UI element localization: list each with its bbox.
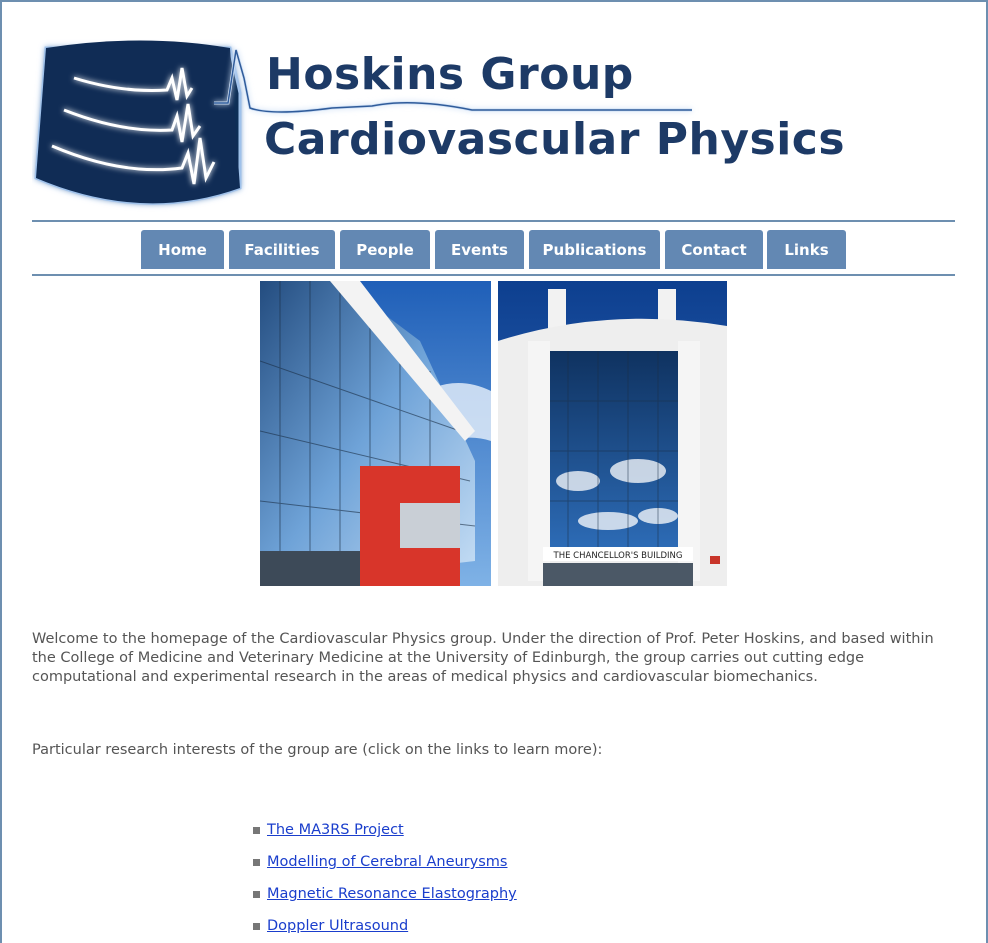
logo-title-line1: Hoskins Group xyxy=(266,49,634,100)
nav-bottom-divider xyxy=(32,274,955,276)
link-mr-elastography[interactable]: Magnetic Resonance Elastography xyxy=(267,886,517,902)
research-links-list: The MA3RS Project Modelling of Cerebral … xyxy=(253,814,517,942)
nav-home[interactable]: Home xyxy=(141,230,224,269)
link-cerebral-aneurysms[interactable]: Modelling of Cerebral Aneurysms xyxy=(267,854,507,870)
bullet-icon xyxy=(253,826,260,834)
logo-title-line2: Cardiovascular Physics xyxy=(264,114,846,165)
main-nav: Home Facilities People Events Publicatio… xyxy=(0,230,988,269)
nav-people[interactable]: People xyxy=(340,230,430,269)
list-item: Magnetic Resonance Elastography xyxy=(253,878,517,910)
list-item: The MA3RS Project xyxy=(253,814,517,846)
list-item: Doppler Ultrasound xyxy=(253,910,517,942)
nav-links[interactable]: Links xyxy=(767,230,846,269)
interests-paragraph: Particular research interests of the gro… xyxy=(32,742,603,758)
bullet-icon xyxy=(253,922,260,930)
bullet-icon xyxy=(253,858,260,866)
building-photo-left xyxy=(260,281,491,586)
nav-contact[interactable]: Contact xyxy=(665,230,763,269)
list-item: Modelling of Cerebral Aneurysms xyxy=(253,846,517,878)
nav-top-divider xyxy=(32,220,955,222)
nav-facilities[interactable]: Facilities xyxy=(229,230,335,269)
link-ma3rs-project[interactable]: The MA3RS Project xyxy=(267,822,404,838)
intro-paragraph: Welcome to the homepage of the Cardiovas… xyxy=(32,631,934,685)
building-sign-text: THE CHANCELLOR'S BUILDING xyxy=(553,551,683,561)
site-header: Hoskins Group Cardiovascular Physics xyxy=(32,38,872,213)
nav-publications[interactable]: Publications xyxy=(529,230,660,269)
building-photo-right: THE CHANCELLOR'S BUILDING xyxy=(498,281,727,586)
link-doppler-ultrasound[interactable]: Doppler Ultrasound xyxy=(267,918,408,934)
nav-events[interactable]: Events xyxy=(435,230,524,269)
bullet-icon xyxy=(253,890,260,898)
